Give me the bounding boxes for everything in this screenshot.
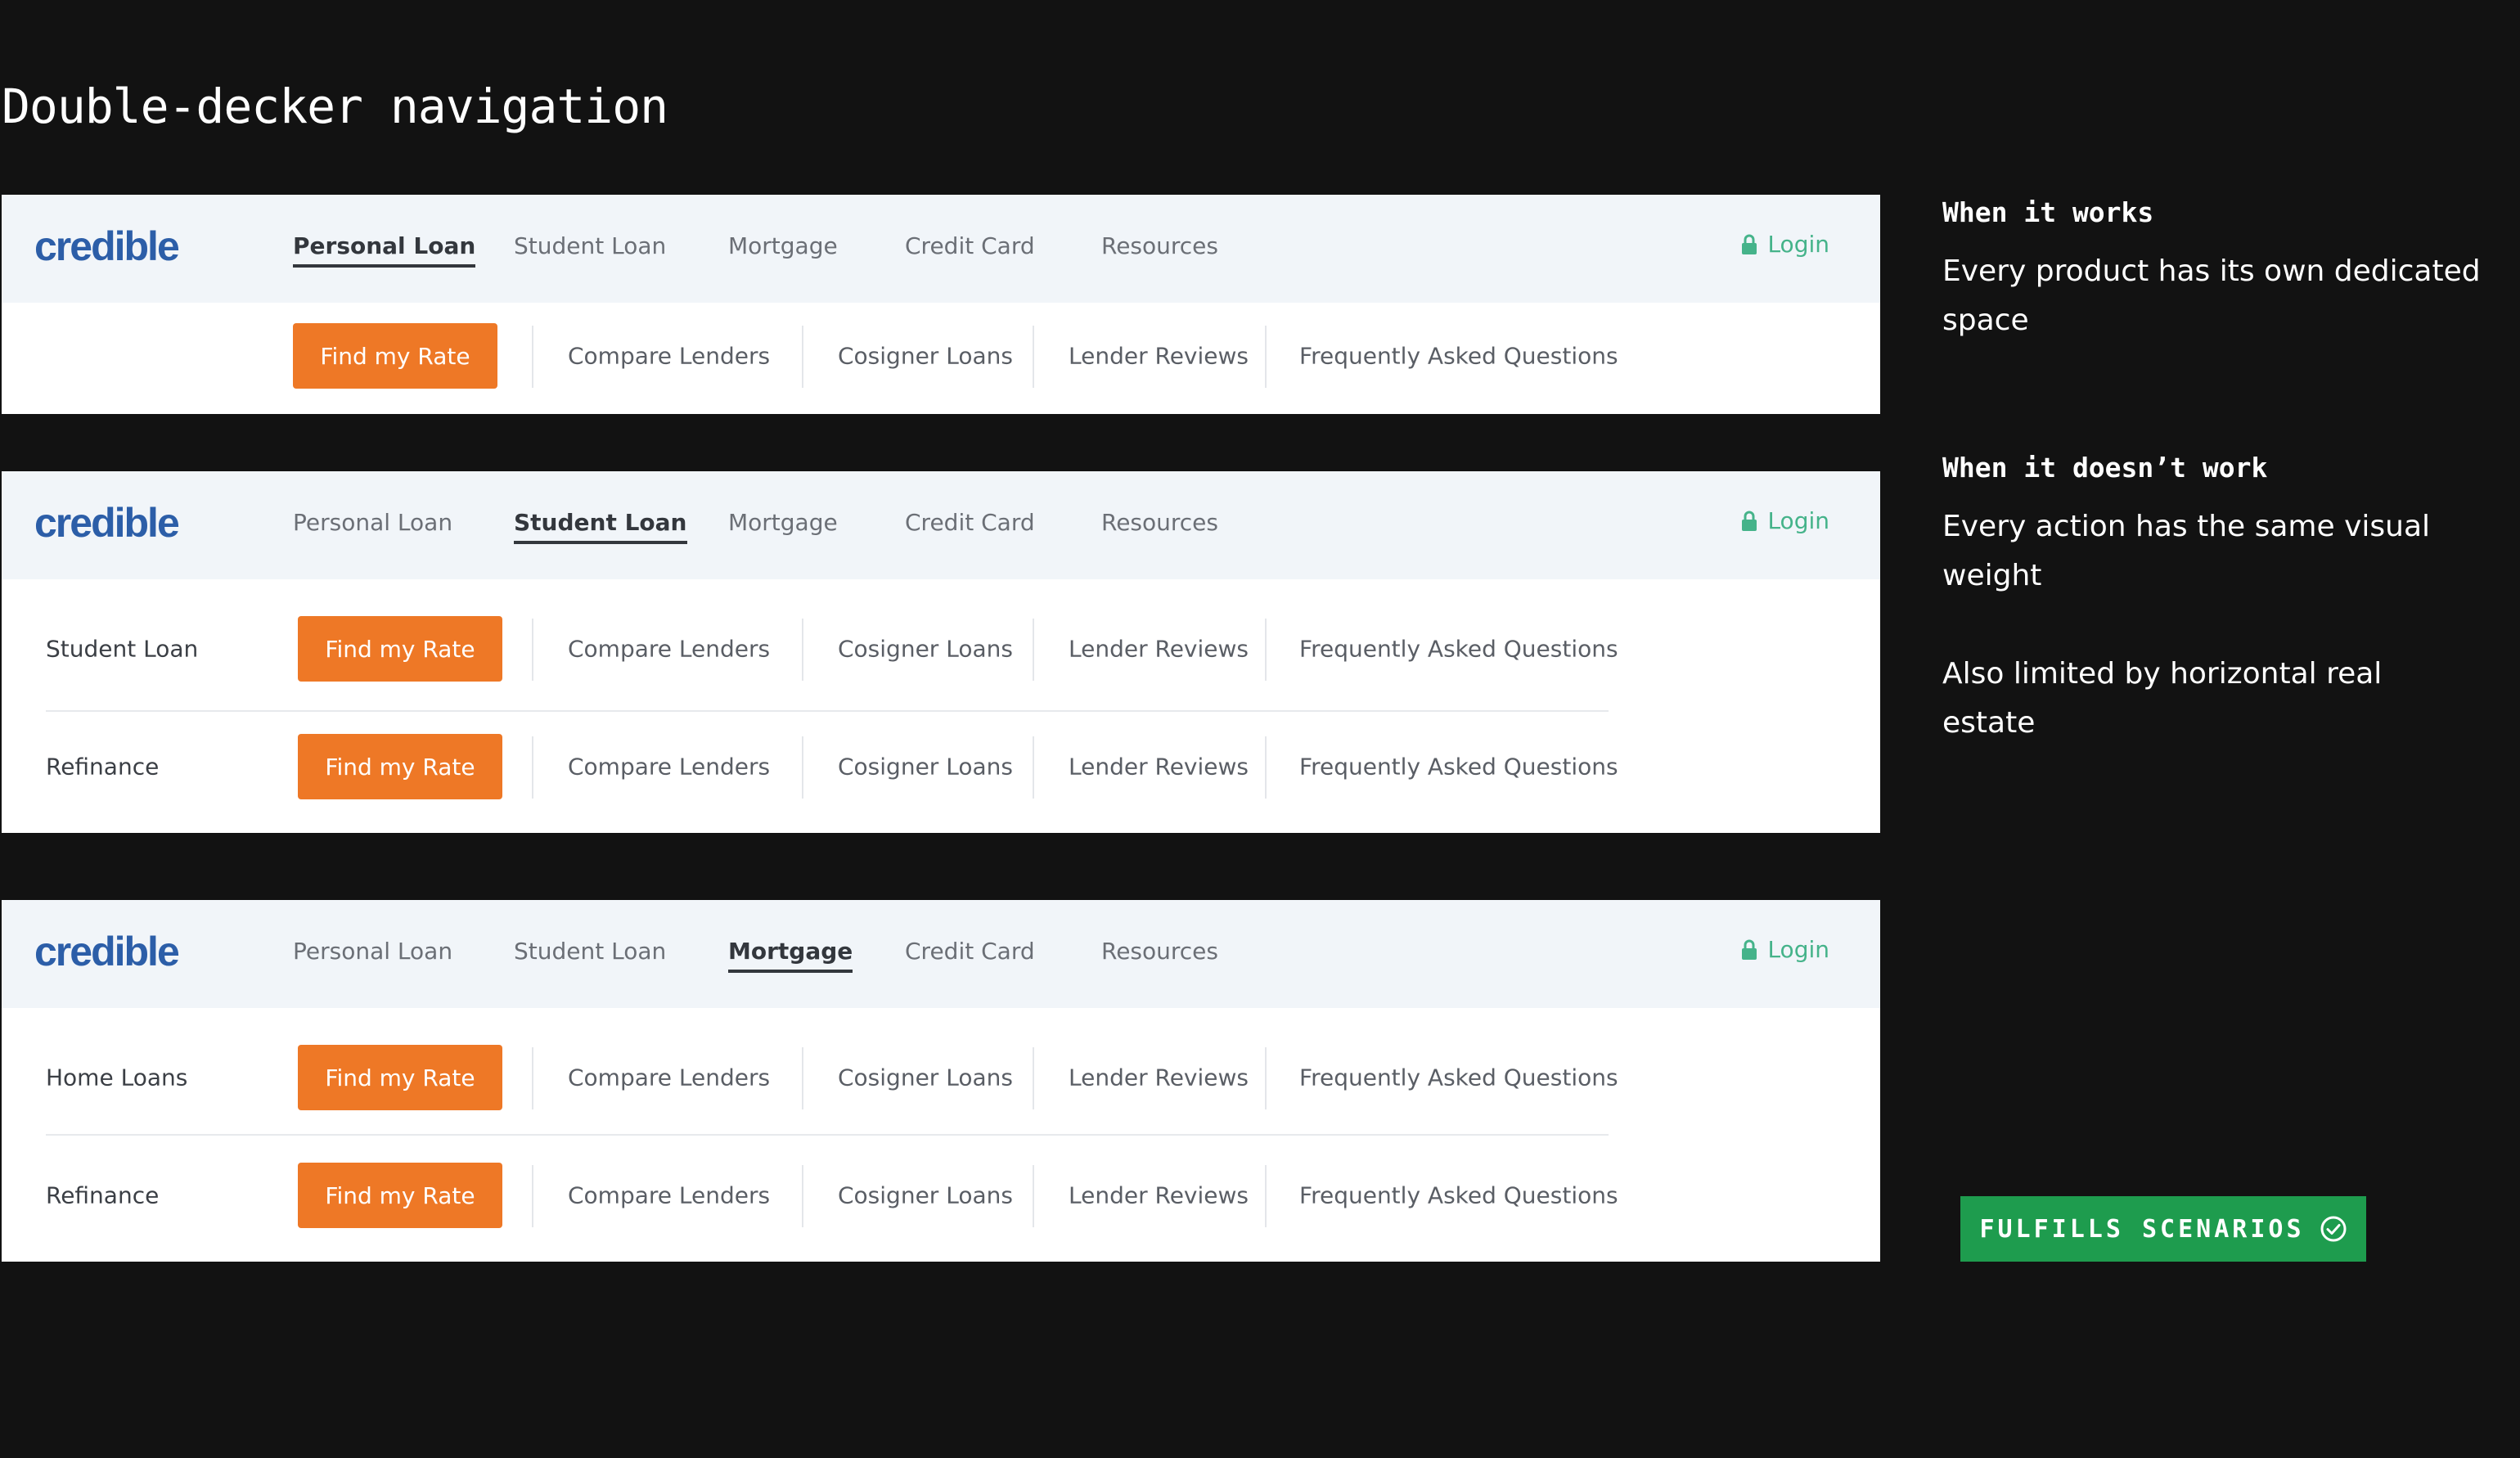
doesnt-work-heading: When it doesn’t work (1942, 452, 2268, 484)
divider (1265, 1165, 1267, 1227)
badge-label: FULFILLS SCENARIOS (1979, 1214, 2305, 1244)
divider (1033, 1047, 1034, 1109)
secondary-nav-row: Refinance Find my Rate Compare Lenders C… (2, 1142, 1880, 1249)
find-my-rate-button[interactable]: Find my Rate (298, 734, 502, 799)
compare-lenders-link[interactable]: Compare Lenders (568, 636, 770, 663)
divider (802, 619, 803, 681)
tab-resources[interactable]: Resources (1101, 232, 1218, 259)
find-my-rate-button[interactable]: Find my Rate (293, 323, 497, 389)
compare-lenders-link[interactable]: Compare Lenders (568, 1064, 770, 1091)
lender-reviews-link[interactable]: Lender Reviews (1069, 636, 1249, 663)
cosigner-loans-link[interactable]: Cosigner Loans (838, 636, 1013, 663)
tab-student-loan[interactable]: Student Loan (514, 509, 687, 544)
divider (1265, 1047, 1267, 1109)
secondary-nav-row: Student Loan Find my Rate Compare Lender… (2, 596, 1880, 702)
find-my-rate-button[interactable]: Find my Rate (298, 616, 502, 682)
tab-resources[interactable]: Resources (1101, 509, 1218, 536)
credible-logo[interactable]: credible (34, 928, 180, 975)
divider (1033, 326, 1034, 388)
divider (532, 1165, 533, 1227)
faq-link[interactable]: Frequently Asked Questions (1299, 343, 1618, 370)
login-label: Login (1767, 231, 1829, 258)
doesnt-work-text: Every action has the same visual weight (1942, 510, 2431, 592)
faq-link[interactable]: Frequently Asked Questions (1299, 1064, 1618, 1091)
row-separator (46, 710, 1609, 712)
lock-icon (1741, 511, 1757, 532)
works-text: Every product has its own dedicated spac… (1942, 254, 2481, 337)
tab-credit-card[interactable]: Credit Card (905, 509, 1035, 536)
tab-student-loan[interactable]: Student Loan (514, 232, 666, 259)
tab-credit-card[interactable]: Credit Card (905, 938, 1035, 965)
tab-resources[interactable]: Resources (1101, 938, 1218, 965)
cosigner-loans-link[interactable]: Cosigner Loans (838, 343, 1013, 370)
lender-reviews-link[interactable]: Lender Reviews (1069, 1064, 1249, 1091)
check-circle-icon (2320, 1215, 2347, 1243)
works-heading: When it works (1942, 196, 2154, 228)
lender-reviews-link[interactable]: Lender Reviews (1069, 1182, 1249, 1209)
fulfills-scenarios-badge: FULFILLS SCENARIOS (1960, 1196, 2366, 1262)
divider (802, 736, 803, 799)
tab-personal-loan[interactable]: Personal Loan (293, 509, 452, 536)
divider (1265, 326, 1267, 388)
row-label: Refinance (46, 753, 160, 781)
secondary-nav-row: Home Loans Find my Rate Compare Lenders … (2, 1024, 1880, 1131)
lock-icon (1741, 234, 1757, 255)
row-separator (46, 1134, 1609, 1136)
row-label: Home Loans (46, 1064, 188, 1091)
tab-mortgage[interactable]: Mortgage (728, 509, 838, 536)
divider (532, 1047, 533, 1109)
secondary-nav-row: Refinance Find my Rate Compare Lenders C… (2, 713, 1880, 820)
lock-icon (1741, 939, 1757, 961)
secondary-nav-row: Find my Rate Compare Lenders Cosigner Lo… (2, 303, 1880, 409)
compare-lenders-link[interactable]: Compare Lenders (568, 754, 770, 781)
divider (1033, 619, 1034, 681)
credible-logo[interactable]: credible (34, 223, 180, 270)
login-link[interactable]: Login (1741, 936, 1829, 963)
divider (532, 326, 533, 388)
lender-reviews-link[interactable]: Lender Reviews (1069, 343, 1249, 370)
tab-mortgage[interactable]: Mortgage (728, 938, 853, 973)
divider (1265, 619, 1267, 681)
find-my-rate-button[interactable]: Find my Rate (298, 1045, 502, 1110)
divider (532, 736, 533, 799)
extra-note-text: Also limited by horizontal real estate (1942, 657, 2383, 740)
primary-nav-bar: credible Personal Loan Student Loan Mort… (2, 900, 1880, 1008)
nav-example-mortgage: credible Personal Loan Student Loan Mort… (2, 900, 1880, 1262)
faq-link[interactable]: Frequently Asked Questions (1299, 636, 1618, 663)
row-label: Student Loan (46, 635, 199, 663)
tab-student-loan[interactable]: Student Loan (514, 938, 666, 965)
primary-nav-bar: credible Personal Loan Student Loan Mort… (2, 195, 1880, 303)
tab-personal-loan[interactable]: Personal Loan (293, 938, 452, 965)
divider (802, 1165, 803, 1227)
nav-example-personal-loan: credible Personal Loan Student Loan Mort… (2, 195, 1880, 414)
login-label: Login (1767, 936, 1829, 963)
tab-personal-loan[interactable]: Personal Loan (293, 232, 476, 268)
compare-lenders-link[interactable]: Compare Lenders (568, 1182, 770, 1209)
faq-link[interactable]: Frequently Asked Questions (1299, 754, 1618, 781)
login-link[interactable]: Login (1741, 231, 1829, 258)
find-my-rate-button[interactable]: Find my Rate (298, 1163, 502, 1228)
page-title: Double-decker navigation (2, 79, 668, 134)
login-label: Login (1767, 507, 1829, 534)
lender-reviews-link[interactable]: Lender Reviews (1069, 754, 1249, 781)
divider (1265, 736, 1267, 799)
nav-example-student-loan: credible Personal Loan Student Loan Mort… (2, 471, 1880, 833)
cosigner-loans-link[interactable]: Cosigner Loans (838, 754, 1013, 781)
tab-credit-card[interactable]: Credit Card (905, 232, 1035, 259)
credible-logo[interactable]: credible (34, 499, 180, 547)
cosigner-loans-link[interactable]: Cosigner Loans (838, 1064, 1013, 1091)
divider (802, 1047, 803, 1109)
primary-nav-bar: credible Personal Loan Student Loan Mort… (2, 471, 1880, 579)
compare-lenders-link[interactable]: Compare Lenders (568, 343, 770, 370)
divider (1033, 1165, 1034, 1227)
divider (532, 619, 533, 681)
tab-mortgage[interactable]: Mortgage (728, 232, 838, 259)
login-link[interactable]: Login (1741, 507, 1829, 534)
divider (802, 326, 803, 388)
faq-link[interactable]: Frequently Asked Questions (1299, 1182, 1618, 1209)
row-label: Refinance (46, 1181, 160, 1209)
divider (1033, 736, 1034, 799)
cosigner-loans-link[interactable]: Cosigner Loans (838, 1182, 1013, 1209)
